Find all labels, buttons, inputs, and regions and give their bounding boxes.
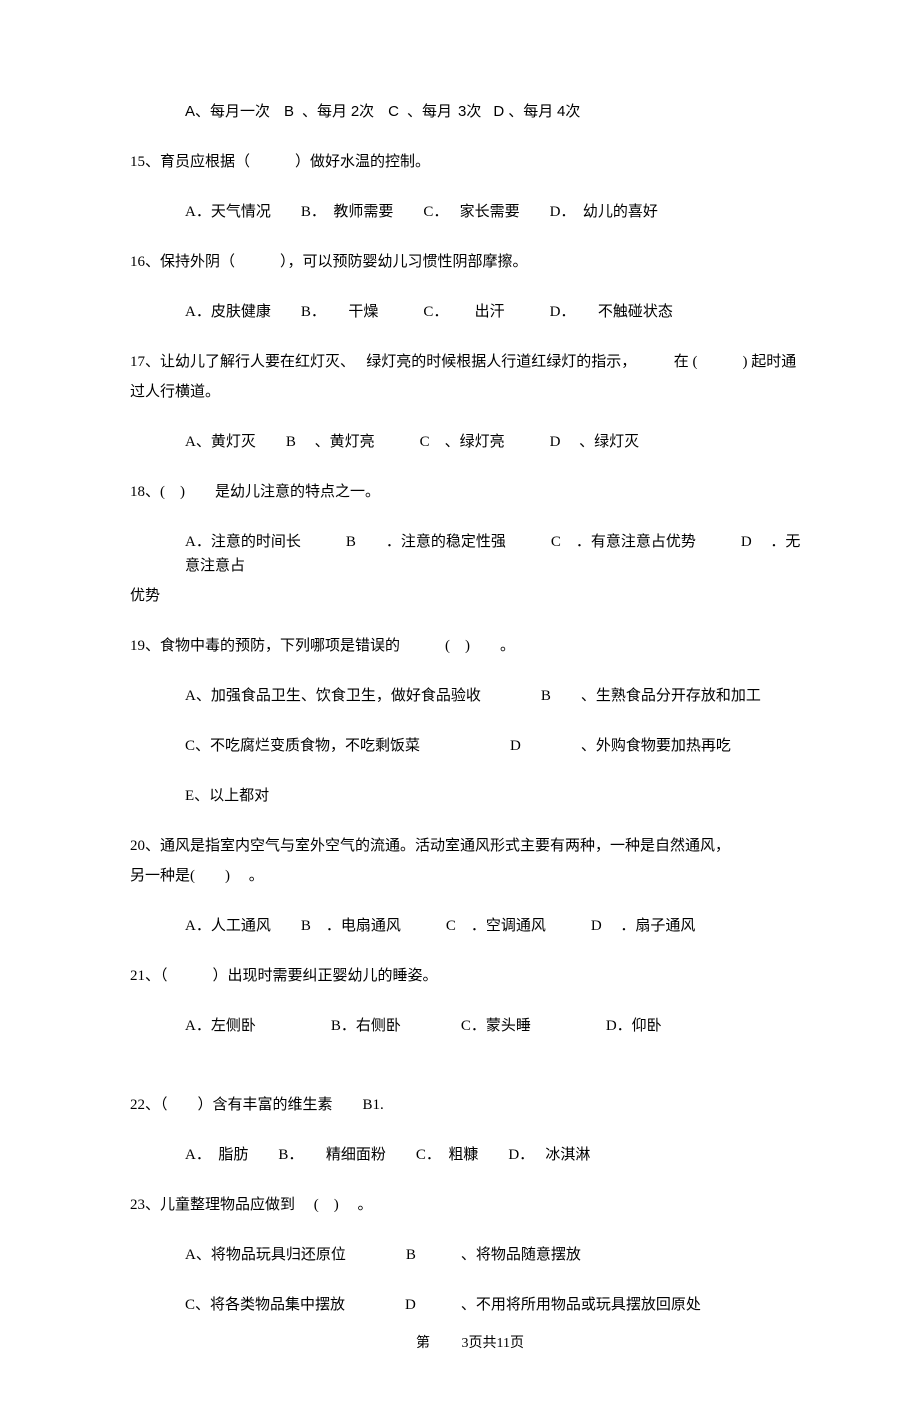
q18-stem: 18、( ) 是幼儿注意的特点之一。 <box>130 480 810 504</box>
q22-stem: 22、（ ）含有丰富的维生素 B1. <box>130 1093 810 1117</box>
q18-options-line2: 优势 <box>130 584 810 608</box>
q20-stem-line1: 20、通风是指室内空气与室外空气的流通。活动室通风形式主要有两种，一种是自然通风… <box>130 834 810 858</box>
q16-stem: 16、保持外阴（ ），可以预防婴幼儿习惯性阴部摩擦。 <box>130 250 810 274</box>
q19-options-line3: E、以上都对 <box>130 784 810 808</box>
q23-options-line2: C、将各类物品集中摆放 D 、不用将所用物品或玩具摆放回原处 <box>130 1293 810 1317</box>
q15-options: A．天气情况 B． 教师需要 C． 家长需要 D． 幼儿的喜好 <box>130 200 810 224</box>
q21-options: A．左侧卧 B．右侧卧 C．蒙头睡 D．仰卧 <box>130 1014 810 1038</box>
q23-options-line1: A、将物品玩具归还原位 B 、将物品随意摆放 <box>130 1243 810 1267</box>
q19-options-line2: C、不吃腐烂变质食物，不吃剩饭菜 D 、外购食物要加热再吃 <box>130 734 810 758</box>
q14-options: A、每月一次B、每月 2次C、每月3次D、每月 4次 <box>130 100 810 124</box>
q17-stem-line2: 过人行横道。 <box>130 380 810 404</box>
page-footer: 第 3页共11页 <box>130 1332 810 1352</box>
q19-stem: 19、食物中毒的预防，下列哪项是错误的 ( ) 。 <box>130 634 810 658</box>
q15-stem: 15、育员应根据（ ）做好水温的控制。 <box>130 150 810 174</box>
q17-options: A、黄灯灭 B 、黄灯亮 C 、绿灯亮 D 、绿灯灭 <box>130 430 810 454</box>
q17-stem-line1: 17、让幼儿了解行人要在红灯灭、 绿灯亮的时候根据人行道红绿灯的指示， 在 ( … <box>130 350 810 374</box>
q20-stem-line2: 另一种是( ) 。 <box>130 864 810 888</box>
q23-stem: 23、儿童整理物品应做到 ( ) 。 <box>130 1193 810 1217</box>
q21-stem: 21、（ ）出现时需要纠正婴幼儿的睡姿。 <box>130 964 810 988</box>
q20-options: A．人工通风 B ．电扇通风 C ．空调通风 D ．扇子通风 <box>130 914 810 938</box>
q22-options: A． 脂肪 B． 精细面粉 C． 粗糠 D． 冰淇淋 <box>130 1143 810 1167</box>
q16-options: A．皮肤健康 B． 干燥 C． 出汗 D． 不触碰状态 <box>130 300 810 324</box>
q18-options-line1: A．注意的时间长 B ．注意的稳定性强 C ．有意注意占优势 D ．无意注意占 <box>130 530 810 578</box>
q19-options-line1: A、加强食品卫生、饮食卫生，做好食品验收 B 、生熟食品分开存放和加工 <box>130 684 810 708</box>
